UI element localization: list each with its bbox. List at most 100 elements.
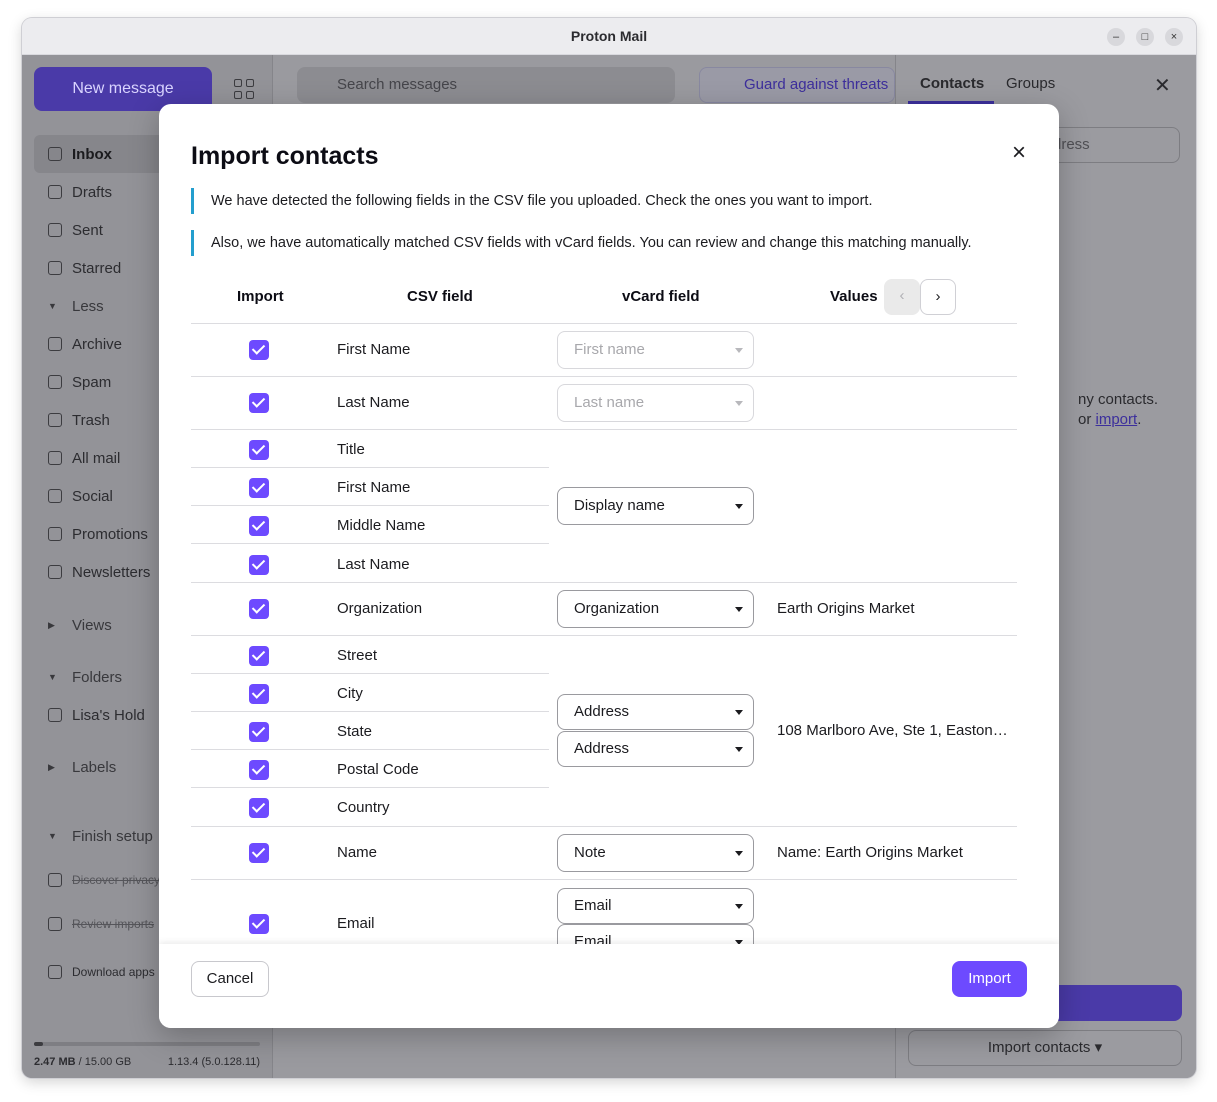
- search-input[interactable]: Search messages: [297, 67, 675, 103]
- storage-usage: 2.47 MB / 15.00 GB: [34, 1056, 132, 1068]
- csv-field-label: Email: [337, 915, 375, 932]
- dropdown-arrow-icon: [735, 747, 743, 752]
- previous-value-button[interactable]: ‹: [884, 279, 920, 315]
- app-version: 1.13.4 (5.0.128.11): [167, 1056, 260, 1068]
- vcard-field-select[interactable]: Organization: [557, 590, 754, 628]
- vcard-field-select[interactable]: Display name: [557, 487, 754, 525]
- modal-footer: Cancel Import: [159, 944, 1059, 1028]
- csv-field-label: Country: [337, 799, 390, 816]
- csv-field-label: Postal Code: [337, 761, 419, 778]
- table-subrow: First Name: [191, 468, 549, 506]
- guard-threats-button[interactable]: Guard against threats: [699, 67, 895, 103]
- table-subrow: Title: [191, 430, 549, 468]
- table-row-group: Street City State Postal Code Country Ad…: [191, 635, 1017, 826]
- minimize-button[interactable]: –: [1107, 28, 1125, 46]
- import-checkbox[interactable]: [249, 440, 269, 460]
- vcard-field-select[interactable]: Note: [557, 834, 754, 872]
- import-checkbox[interactable]: [249, 722, 269, 742]
- dropdown-arrow-icon: [735, 904, 743, 909]
- import-checkbox[interactable]: [249, 914, 269, 934]
- import-checkbox[interactable]: [249, 340, 269, 360]
- table-subrow: City: [191, 674, 549, 712]
- caret-down-icon: ▼: [48, 672, 57, 682]
- import-link[interactable]: import: [1096, 411, 1138, 428]
- tab-groups[interactable]: Groups: [1006, 75, 1055, 92]
- table-row: First Name First name: [191, 323, 1017, 376]
- vcard-field-select[interactable]: Email: [557, 888, 754, 924]
- caret-right-icon: ▶: [48, 619, 55, 630]
- storage-bar: [34, 1042, 260, 1046]
- caret-down-icon: ▼: [48, 301, 57, 311]
- import-checkbox[interactable]: [249, 798, 269, 818]
- import-checkbox[interactable]: [249, 599, 269, 619]
- tab-contacts[interactable]: Contacts: [920, 75, 984, 92]
- import-checkbox[interactable]: [249, 478, 269, 498]
- import-contacts-modal: Import contacts × We have detected the f…: [159, 104, 1059, 1028]
- vcard-field-select[interactable]: First name: [557, 331, 754, 369]
- apps-grid-icon[interactable]: [234, 79, 256, 101]
- caret-right-icon: ▶: [48, 761, 55, 772]
- csv-field-label: First Name: [337, 341, 411, 358]
- table-header: Import CSV field vCard field Values ‹ ›: [191, 278, 1017, 324]
- megaphone-icon: [48, 527, 62, 541]
- dropdown-arrow-icon: [735, 401, 743, 406]
- csv-field-label: Middle Name: [337, 517, 426, 534]
- chevron-down-icon: ▾: [1094, 1039, 1103, 1056]
- trash-icon: [48, 413, 62, 427]
- csv-field-label: State: [337, 723, 373, 740]
- field-value: Name: Earth Origins Market: [777, 844, 963, 861]
- folder-icon: [48, 708, 62, 722]
- import-checkbox[interactable]: [249, 684, 269, 704]
- dropdown-arrow-icon: [735, 710, 743, 715]
- import-checkbox[interactable]: [249, 760, 269, 780]
- header-vcard-field: vCard field: [622, 288, 700, 305]
- header-import: Import: [237, 288, 284, 305]
- inbox-icon: [48, 147, 62, 161]
- cancel-button[interactable]: Cancel: [191, 961, 269, 997]
- app-store-icon: [48, 965, 62, 979]
- caret-down-icon: ▼: [48, 831, 57, 841]
- title-bar: Proton Mail – □ ×: [22, 18, 1196, 55]
- header-csv-field: CSV field: [407, 288, 473, 305]
- csv-field-label: Name: [337, 844, 378, 861]
- vcard-field-select[interactable]: Address: [557, 731, 754, 767]
- table-row: Last Name Last name: [191, 376, 1017, 429]
- dropdown-arrow-icon: [735, 504, 743, 509]
- csv-field-label: Title: [337, 441, 365, 458]
- users-icon: [48, 489, 62, 503]
- table-subrow: State: [191, 712, 549, 750]
- import-button[interactable]: Import: [952, 961, 1027, 997]
- archive-icon: [48, 337, 62, 351]
- send-icon: [48, 223, 62, 237]
- vcard-field-select[interactable]: Last name: [557, 384, 754, 422]
- table-row: Organization Organization Earth Origins …: [191, 582, 1017, 635]
- info-alert-detected: We have detected the following fields in…: [191, 188, 1027, 214]
- import-checkbox[interactable]: [249, 555, 269, 575]
- dropdown-arrow-icon: [735, 348, 743, 353]
- table-row-group: Title First Name Middle Name Last Name D…: [191, 429, 1017, 582]
- star-icon: [48, 261, 62, 275]
- import-checkbox[interactable]: [249, 393, 269, 413]
- dropdown-arrow-icon: [735, 851, 743, 856]
- csv-field-label: City: [337, 685, 363, 702]
- import-checkbox[interactable]: [249, 646, 269, 666]
- vcard-field-select[interactable]: Address: [557, 694, 754, 730]
- import-contacts-button[interactable]: Import contacts ▾: [908, 1030, 1182, 1066]
- storage-bar-fill: [34, 1042, 44, 1046]
- field-value: Earth Origins Market: [777, 600, 915, 617]
- header-values: Values: [830, 288, 878, 305]
- table-subrow: Last Name: [191, 545, 549, 583]
- csv-field-label: First Name: [337, 479, 411, 496]
- window-close-button[interactable]: ×: [1165, 28, 1183, 46]
- import-checkbox[interactable]: [249, 843, 269, 863]
- table-row: Email Email Email: [191, 879, 1017, 945]
- vcard-field-select[interactable]: Email: [557, 924, 754, 945]
- dropdown-arrow-icon: [735, 607, 743, 612]
- csv-field-label: Street: [337, 647, 378, 664]
- next-value-button[interactable]: ›: [920, 279, 956, 315]
- close-icon[interactable]: ✕: [1154, 73, 1171, 98]
- import-checkbox[interactable]: [249, 516, 269, 536]
- maximize-button[interactable]: □: [1136, 28, 1154, 46]
- close-icon[interactable]: ×: [1007, 141, 1031, 166]
- info-alert-matched: Also, we have automatically matched CSV …: [191, 230, 1027, 256]
